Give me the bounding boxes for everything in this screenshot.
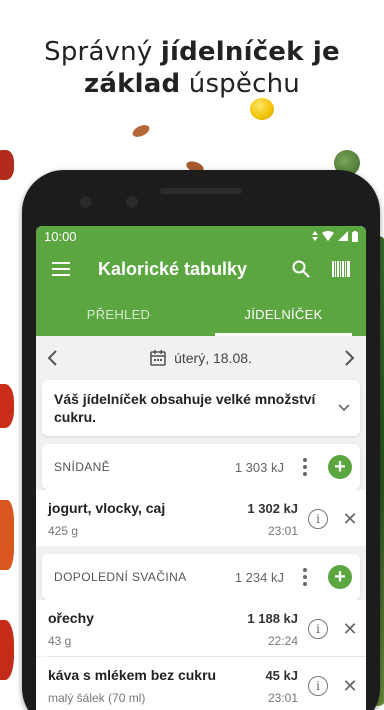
tab-jidelnicek[interactable]: JÍDELNÍČEK	[201, 292, 366, 336]
list-item[interactable]: jogurt, vlocky, caj 425 g 1 302 kJ 23:01…	[36, 490, 366, 546]
headline-text-bold: jídelníček je	[160, 37, 340, 67]
warning-text: Váš jídelníček obsahuje velké množství c…	[54, 391, 316, 425]
tomato-decoration	[0, 384, 14, 428]
food-name: ořechy	[48, 610, 94, 626]
lemon-decoration	[250, 98, 274, 120]
date-navigator: úterý, 18.08.	[36, 336, 366, 380]
food-time: 23:01	[267, 690, 298, 705]
headline-text: úspěchu	[180, 69, 300, 99]
tomato-decoration	[0, 620, 14, 680]
status-bar: 10:00	[36, 226, 366, 246]
date-picker[interactable]: úterý, 18.08.	[150, 350, 252, 366]
add-food-button[interactable]: +	[328, 455, 352, 479]
info-icon[interactable]: i	[308, 676, 328, 696]
battery-icon	[352, 230, 358, 242]
meal-energy: 1 303 kJ	[234, 459, 284, 475]
headline-line-1: Správný jídelníček je	[0, 36, 384, 68]
headline-text-bold: základ	[84, 69, 181, 99]
phone-camera	[80, 196, 92, 208]
signal-icon	[338, 231, 348, 241]
food-energy: 1 302 kJ	[247, 500, 298, 516]
app-title: Kalorické tabulky	[98, 258, 248, 279]
list-item[interactable]: káva s mlékem bez cukru malý šálek (70 m…	[36, 657, 366, 710]
food-time: 22:24	[267, 633, 298, 648]
chevron-right-icon[interactable]	[344, 349, 356, 367]
meal-title: SNÍDANĚ	[54, 460, 111, 474]
promo-headline: Správný jídelníček je základ úspěchu	[0, 36, 384, 100]
wifi-icon	[322, 231, 334, 241]
food-time: 23:01	[267, 523, 298, 538]
list-item[interactable]: ořechy 43 g 1 188 kJ 22:24 i ✕	[36, 600, 366, 656]
headline-line-2: základ úspěchu	[0, 68, 384, 100]
sugar-warning-card[interactable]: Váš jídelníček obsahuje velké množství c…	[42, 380, 360, 436]
meal-header-breakfast: SNÍDANĚ 1 303 kJ +	[42, 444, 360, 490]
phone-frame: 10:00 Kalorické tabulky PŘEHLED JÍDELNÍČ…	[22, 170, 380, 710]
headline-text: Správný	[44, 37, 161, 67]
food-energy: 45 kJ	[265, 667, 298, 683]
food-name: jogurt, vlocky, caj	[48, 500, 166, 516]
phone-speaker	[160, 188, 242, 194]
close-icon[interactable]: ✕	[342, 619, 358, 640]
meal-energy: 1 234 kJ	[234, 569, 284, 585]
status-icons	[312, 230, 358, 242]
info-icon[interactable]: i	[308, 509, 328, 529]
food-quantity: malý šálek (70 ml)	[48, 691, 146, 705]
search-icon[interactable]	[288, 256, 314, 282]
food-energy: 1 188 kJ	[247, 610, 298, 626]
date-label: úterý, 18.08.	[174, 350, 252, 366]
tab-bar: PŘEHLED JÍDELNÍČEK	[36, 292, 366, 336]
food-quantity: 43 g	[48, 634, 72, 648]
info-icon[interactable]: i	[308, 619, 328, 639]
app-screen: 10:00 Kalorické tabulky PŘEHLED JÍDELNÍČ…	[36, 226, 366, 710]
barcode-icon[interactable]	[328, 256, 354, 282]
chevron-down-icon[interactable]	[338, 404, 350, 412]
meal-header-morning-snack: DOPOLEDNÍ SVAČINA 1 234 kJ +	[42, 554, 360, 600]
food-quantity: 425 g	[48, 524, 79, 538]
pepper-decoration	[0, 150, 14, 180]
chevron-left-icon[interactable]	[46, 349, 58, 367]
status-time: 10:00	[44, 228, 77, 244]
data-arrows-icon	[312, 231, 318, 241]
almond-decoration	[130, 122, 152, 140]
meal-title: DOPOLEDNÍ SVAČINA	[54, 570, 187, 584]
add-food-button[interactable]: +	[328, 565, 352, 589]
tab-prehled[interactable]: PŘEHLED	[36, 292, 201, 336]
phone-sensor	[126, 196, 138, 208]
salmon-decoration	[0, 500, 14, 570]
calendar-icon	[150, 350, 166, 366]
more-vertical-icon[interactable]	[298, 458, 312, 476]
more-vertical-icon[interactable]	[298, 568, 312, 586]
app-bar: Kalorické tabulky	[36, 246, 366, 292]
close-icon[interactable]: ✕	[342, 509, 358, 530]
menu-icon[interactable]	[48, 256, 74, 282]
close-icon[interactable]: ✕	[342, 676, 358, 697]
food-name: káva s mlékem bez cukru	[48, 667, 217, 683]
